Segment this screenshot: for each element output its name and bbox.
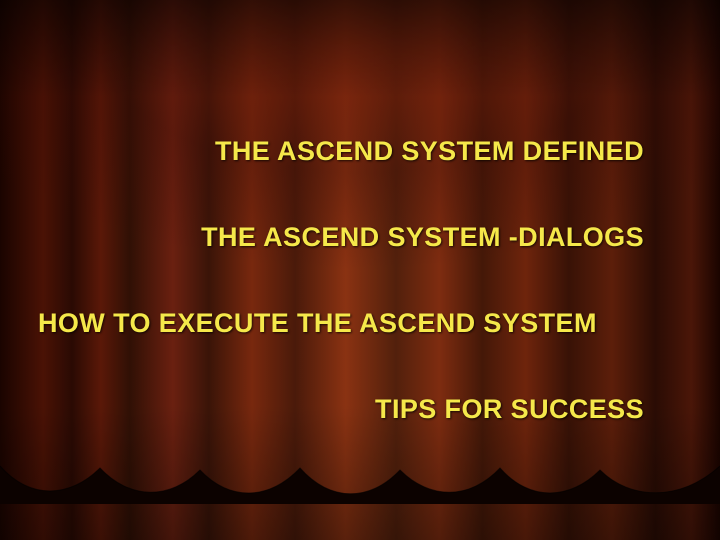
heading-line-3: HOW TO EXECUTE THE ASCEND SYSTEM (38, 308, 597, 339)
heading-line-2: THE ASCEND SYSTEM -DIALOGS (201, 222, 644, 253)
slide-content: THE ASCEND SYSTEM DEFINED THE ASCEND SYS… (0, 0, 720, 540)
heading-line-4: TIPS FOR SUCCESS (375, 394, 644, 425)
heading-line-1: THE ASCEND SYSTEM DEFINED (215, 136, 644, 167)
